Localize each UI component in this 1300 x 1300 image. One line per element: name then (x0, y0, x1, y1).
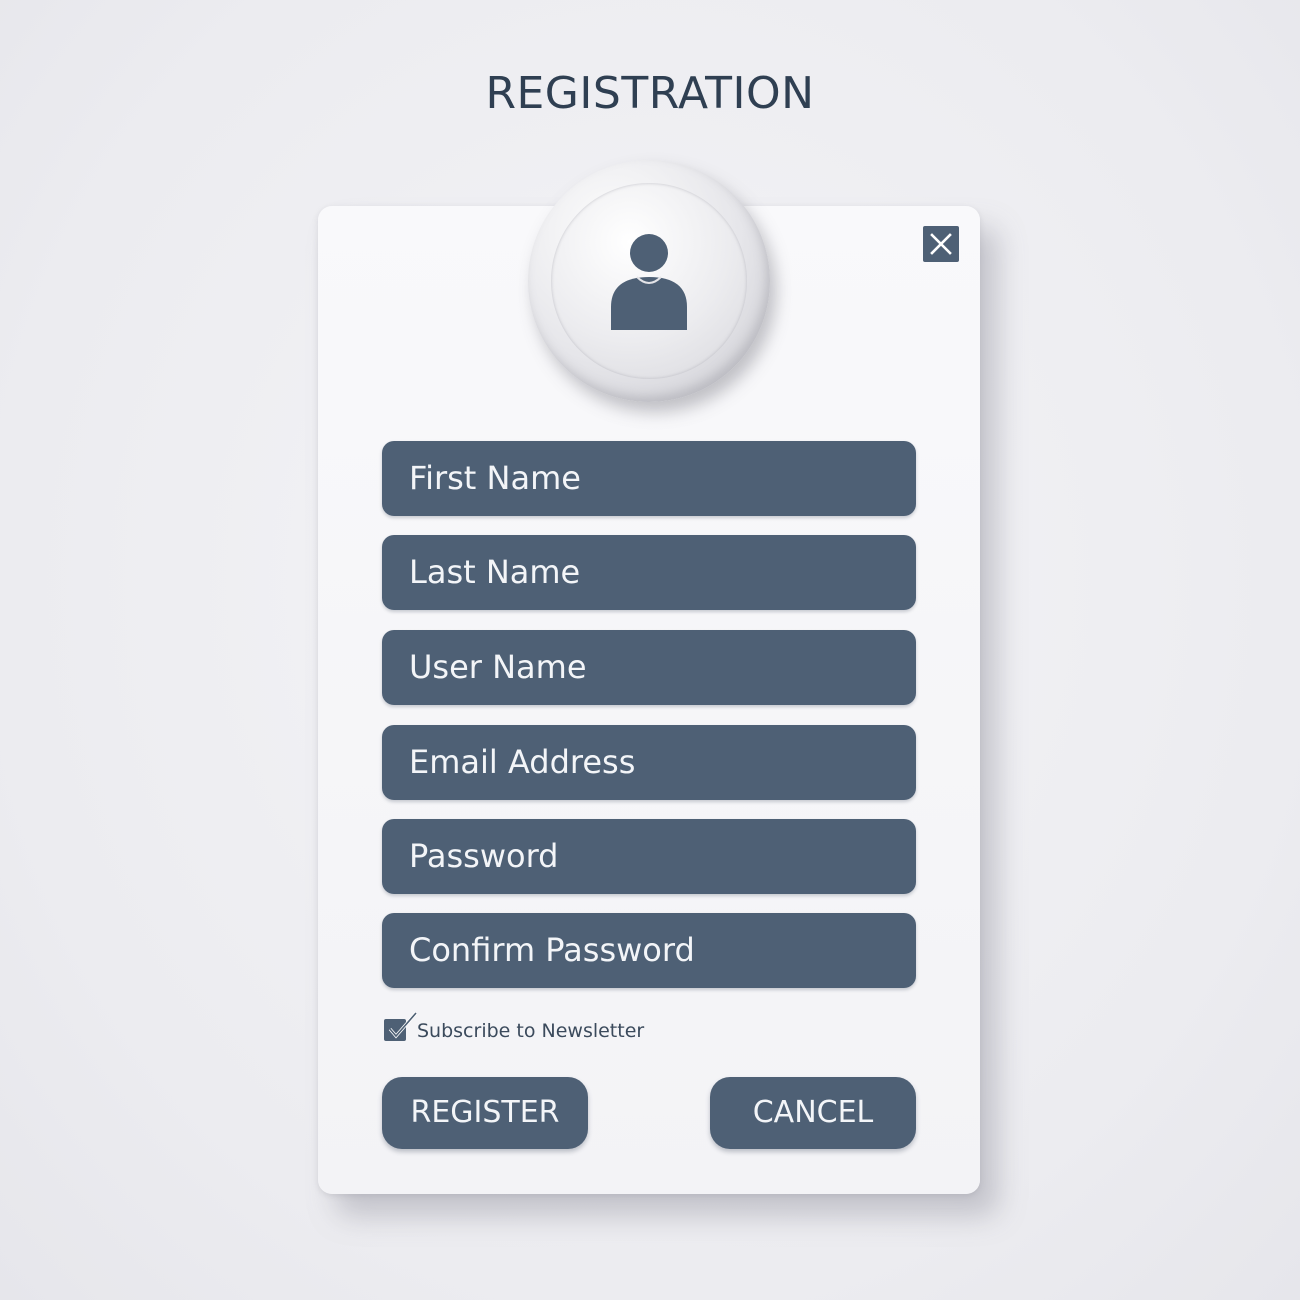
first-name-placeholder: First Name (409, 459, 581, 497)
cancel-button[interactable]: CANCEL (710, 1077, 916, 1149)
close-button[interactable] (923, 226, 959, 262)
user-name-field[interactable]: User Name (382, 630, 916, 705)
register-button[interactable]: REGISTER (382, 1077, 588, 1149)
password-placeholder: Password (409, 837, 559, 875)
user-name-placeholder: User Name (409, 648, 587, 686)
confirm-password-field[interactable]: Confirm Password (382, 913, 916, 988)
subscribe-label: Subscribe to Newsletter (417, 1020, 645, 1042)
avatar-inner-circle (551, 183, 747, 379)
last-name-placeholder: Last Name (409, 553, 581, 591)
checkmark-icon (388, 1011, 418, 1039)
subscribe-checkbox[interactable] (384, 1011, 418, 1041)
avatar (528, 160, 770, 402)
last-name-field[interactable]: Last Name (382, 535, 916, 610)
password-field[interactable]: Password (382, 819, 916, 894)
page-title: REGISTRATION (485, 68, 815, 119)
confirm-password-placeholder: Confirm Password (409, 931, 695, 969)
user-icon (611, 234, 687, 330)
close-icon (930, 233, 952, 255)
email-field[interactable]: Email Address (382, 725, 916, 800)
first-name-field[interactable]: First Name (382, 441, 916, 516)
email-placeholder: Email Address (409, 743, 636, 781)
